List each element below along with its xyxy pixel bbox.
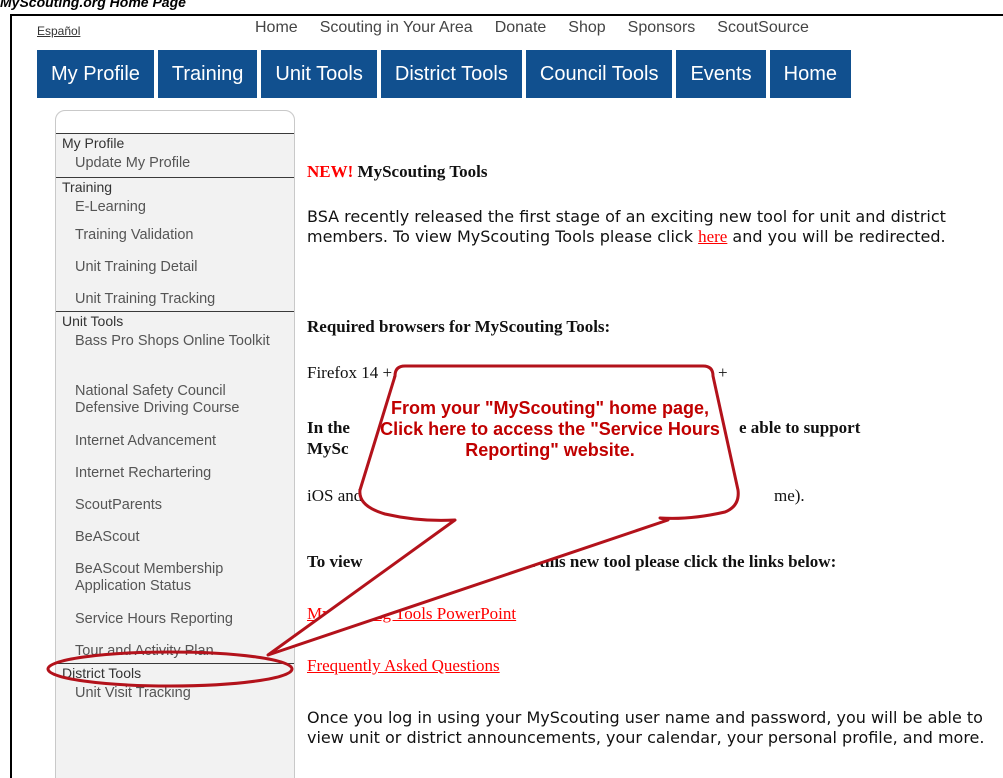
- faq-link[interactable]: Frequently Asked Questions: [307, 656, 500, 675]
- sidebar-item-beascout[interactable]: BeAScout: [56, 523, 294, 555]
- content-heading: NEW! MyScouting Tools: [307, 162, 987, 182]
- utility-links: Home Scouting in Your Area Donate Shop S…: [255, 19, 831, 37]
- mobile-text-right: e able to support: [739, 418, 861, 437]
- sidebar-item-unit-training-detail[interactable]: Unit Training Detail: [56, 253, 294, 285]
- view-text-right: on this new tool please click the links …: [517, 552, 837, 571]
- faq-paragraph: Frequently Asked Questions: [307, 656, 987, 676]
- mobile-text-left: In the: [307, 418, 350, 437]
- sidebar: My Profile Update My Profile Training E-…: [55, 110, 295, 778]
- sidebar-item-internet-advancement[interactable]: Internet Advancement: [56, 427, 294, 459]
- required-browsers-heading: Required browsers for MyScouting Tools:: [307, 317, 611, 336]
- main-nav: My Profile Training Unit Tools District …: [37, 50, 1003, 98]
- sidebar-section-unit-tools: Unit Tools Bass Pro Shops Online Toolkit…: [56, 311, 294, 663]
- ios-text-right: me).: [774, 486, 805, 505]
- tab-council-tools[interactable]: Council Tools: [525, 50, 673, 98]
- sidebar-heading-training[interactable]: Training: [56, 178, 294, 197]
- tab-events[interactable]: Events: [676, 50, 766, 98]
- callout-text: From your "MyScouting" home page, Click …: [380, 398, 720, 460]
- here-link[interactable]: here: [698, 227, 727, 246]
- util-link-sponsors[interactable]: Sponsors: [628, 19, 696, 37]
- mobile-text-line2: MySc: [307, 439, 349, 458]
- language-link[interactable]: Español: [37, 24, 80, 38]
- sidebar-item-unit-visit-tracking[interactable]: Unit Visit Tracking: [56, 683, 294, 707]
- util-link-scoutsource[interactable]: ScoutSource: [717, 19, 809, 37]
- sidebar-item-beascout-status[interactable]: BeAScout Membership Application Status: [56, 555, 294, 605]
- heading-text: MyScouting Tools: [357, 162, 488, 181]
- sidebar-item-tour-plan[interactable]: Tour and Activity Plan: [56, 637, 294, 663]
- sidebar-section-district-tools: District Tools Unit Visit Tracking: [56, 663, 294, 707]
- sidebar-item-bass-pro[interactable]: Bass Pro Shops Online Toolkit: [56, 331, 294, 377]
- sidebar-heading-unit-tools[interactable]: Unit Tools: [56, 312, 294, 331]
- intro-text-after: and you will be redirected.: [727, 227, 946, 246]
- sidebar-item-update-profile[interactable]: Update My Profile: [56, 153, 294, 177]
- sidebar-section-training: Training E-Learning Training Validation …: [56, 177, 294, 311]
- util-link-donate[interactable]: Donate: [495, 19, 547, 37]
- sidebar-heading-district-tools[interactable]: District Tools: [56, 664, 294, 683]
- tab-district-tools[interactable]: District Tools: [380, 50, 522, 98]
- sidebar-section-my-profile: My Profile Update My Profile: [56, 133, 294, 177]
- view-text-left: To view: [307, 552, 363, 571]
- sidebar-item-scoutparents[interactable]: ScoutParents: [56, 491, 294, 523]
- powerpoint-paragraph: MyScouting Tools PowerPoint: [307, 604, 987, 624]
- sidebar-heading-my-profile[interactable]: My Profile: [56, 134, 294, 153]
- browsers-text: Firefox 14 +, Google Chrome 21 +, or Int…: [307, 363, 728, 382]
- powerpoint-link[interactable]: MyScouting Tools PowerPoint: [307, 604, 516, 623]
- tab-home[interactable]: Home: [769, 50, 851, 98]
- sidebar-item-unit-training-tracking[interactable]: Unit Training Tracking: [56, 285, 294, 311]
- sidebar-item-e-learning[interactable]: E-Learning: [56, 197, 294, 221]
- new-label: NEW!: [307, 162, 354, 181]
- util-link-shop[interactable]: Shop: [568, 19, 605, 37]
- util-link-scouting-area[interactable]: Scouting in Your Area: [320, 19, 473, 37]
- sidebar-item-internet-rechartering[interactable]: Internet Rechartering: [56, 459, 294, 491]
- utility-bar: Español Home Scouting in Your Area Donat…: [37, 16, 1003, 46]
- sidebar-top: [56, 111, 294, 133]
- sidebar-item-training-validation[interactable]: Training Validation: [56, 221, 294, 253]
- util-link-home[interactable]: Home: [255, 19, 298, 37]
- tab-my-profile[interactable]: My Profile: [37, 50, 154, 98]
- intro-paragraph: BSA recently released the first stage of…: [307, 207, 987, 247]
- page-caption: MyScouting.org Home Page: [0, 0, 186, 10]
- tab-training[interactable]: Training: [157, 50, 258, 98]
- sidebar-item-nsc-driving[interactable]: National Safety Council Defensive Drivin…: [56, 377, 294, 427]
- tab-unit-tools[interactable]: Unit Tools: [261, 50, 377, 98]
- ios-text-left: iOS and: [307, 486, 363, 505]
- closing-paragraph: Once you log in using your MyScouting us…: [307, 708, 985, 747]
- sidebar-item-service-hours[interactable]: Service Hours Reporting: [56, 605, 294, 637]
